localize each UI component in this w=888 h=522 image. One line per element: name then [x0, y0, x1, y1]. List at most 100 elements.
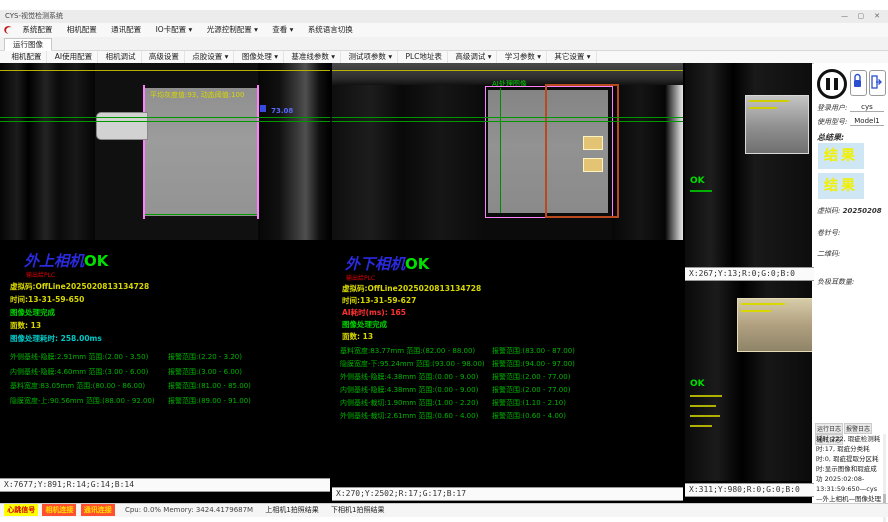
- toolbar-camera-config[interactable]: 相机配置: [6, 51, 47, 63]
- close-button[interactable]: ✕: [870, 10, 884, 23]
- total-result-label: 总结果:: [817, 132, 844, 143]
- model-label: 使用型号:: [817, 117, 847, 127]
- pause-icon: [826, 78, 830, 90]
- edge-line-magenta-right: [257, 85, 259, 219]
- edge-line-magenta-left: [143, 85, 145, 219]
- toolbar-ai-config[interactable]: AI使用配置: [50, 51, 98, 63]
- part-marker-yellow-1: [749, 100, 789, 102]
- middle-camera-image[interactable]: AI处理图像: [332, 63, 683, 240]
- result-box-2: 结果: [818, 173, 864, 199]
- log-marker-yellow-3: [690, 415, 720, 417]
- small-bottom-ok-label: OK: [690, 379, 705, 389]
- tab-contact-1: [583, 136, 603, 150]
- part-marker-yellow-2: [749, 107, 777, 109]
- virtual-code-label: 虚拟码: 20250208: [817, 206, 882, 216]
- baseline-green-1: [0, 117, 330, 118]
- toolbar-test-params[interactable]: 测试项参数 ▾: [343, 51, 398, 63]
- middle-ai-time: AI耗时(ms): 165: [342, 307, 406, 318]
- maximize-button[interactable]: ▢: [854, 10, 868, 23]
- small-bottom-camera-image[interactable]: OK: [685, 281, 812, 481]
- log-tab-run[interactable]: 运行日志: [815, 423, 843, 434]
- baseline-green-vertical: [500, 88, 501, 213]
- machine-right-column: [258, 63, 330, 240]
- menu-item-camera-config[interactable]: 相机配置: [61, 23, 103, 37]
- measurement-row: 内侧基线-裁切:1.90mm 范围:(1.00 - 2.20)报警范围:(1.1…: [340, 398, 680, 408]
- left-result-ok: OK: [84, 252, 108, 270]
- log-tab-alarm[interactable]: 报警日志: [844, 423, 872, 434]
- login-user-label: 登录用户:: [817, 103, 847, 113]
- measurement-row: 隐膜宽度-上:90.56mm 范围:(88.00 - 92.00)报警范围:(8…: [10, 396, 328, 406]
- machine-background: [685, 63, 812, 267]
- toolbar-advanced-debug[interactable]: 高级调试 ▾: [450, 51, 497, 63]
- measurement-row: 外侧基线-隐膜:2.91mm 范围:(2.00 - 3.50)报警范围:(2.2…: [10, 352, 328, 362]
- middle-barcode: 虚拟码:OffLine2025020813134728: [342, 283, 481, 294]
- gray-value-overlay: 平均灰度值:93, 动态阈值:100: [150, 90, 244, 100]
- middle-time: 时间:13-31-59-627: [342, 295, 416, 306]
- left-result-block: 外上相机OK 输出给PLC 虚拟码:OffLine202502081313472…: [0, 240, 330, 478]
- measurement-row: 内侧基线-隐膜:4.60mm 范围:(3.00 - 6.00)报警范围:(3.0…: [10, 367, 328, 377]
- baseline-green-2: [332, 121, 683, 122]
- camera-connection-badge: 相机连接: [42, 504, 76, 516]
- baseline-green-1: [332, 117, 683, 118]
- pause-icon: [834, 78, 838, 90]
- tab-run-image[interactable]: 运行图像: [4, 38, 52, 51]
- toolbar-learning-params[interactable]: 学习参数 ▾: [500, 51, 547, 63]
- middle-result-ok: OK: [405, 255, 429, 273]
- toolbar-advanced-settings[interactable]: 高级设置: [144, 51, 185, 63]
- logout-icon: [870, 71, 883, 93]
- measurement-row: 基料宽度:83.05mm 范围:(80.00 - 86.00)报警范围:(81.…: [10, 381, 328, 391]
- left-camera-image[interactable]: 平均灰度值:93, 动态阈值:100 73.08: [0, 63, 330, 240]
- qrcode-label: 二维码:: [817, 249, 840, 259]
- middle-coordinates-bar: X:270;Y:2502;R:17;G:17;B:17: [332, 487, 683, 501]
- cpu-memory-status: Cpu: 0.0% Memory: 3424.4179687M: [125, 506, 253, 514]
- small-top-camera-image[interactable]: OK: [685, 63, 812, 267]
- measure-tag: 73.08: [260, 98, 293, 117]
- result-box-1: 结果: [818, 143, 864, 169]
- logout-button[interactable]: [869, 70, 886, 96]
- pause-button[interactable]: [817, 69, 847, 99]
- log-marker-yellow-4: [690, 425, 712, 427]
- status-bar: 心跳信号 相机连接 通讯连接 Cpu: 0.0% Memory: 3424.41…: [0, 503, 888, 517]
- heartbeat-status-badge: 心跳信号: [4, 504, 38, 516]
- toolbar-camera-debug[interactable]: 相机调试: [101, 51, 142, 63]
- menu-item-system-config[interactable]: 系统配置: [16, 23, 58, 37]
- model-value: Model1: [850, 117, 884, 126]
- reference-line-yellow: [0, 70, 330, 71]
- middle-face-count: 面数: 13: [342, 331, 373, 342]
- menu-item-view[interactable]: 查看 ▾: [266, 23, 299, 37]
- window-title: CYS-视觉检测系统: [5, 10, 63, 23]
- toolbar-baseline-params[interactable]: 基准线参数 ▾: [286, 51, 341, 63]
- left-face-count: 面数: 13: [10, 320, 41, 331]
- left-time: 时间:13-31-59-650: [10, 294, 84, 305]
- app-window: CYS-视觉检测系统 — ▢ ✕ 系统配置 相机配置 通讯配置 IO卡配置 ▾ …: [0, 0, 888, 522]
- lock-button[interactable]: [850, 70, 867, 96]
- title-bar: CYS-视觉检测系统 — ▢ ✕: [0, 10, 888, 24]
- machine-right-background: [612, 85, 683, 240]
- menu-item-light-config[interactable]: 光源控制配置 ▾: [201, 23, 264, 37]
- measurement-row: 内侧基线-隐膜:4.38mm 范围:(0.00 - 9.00)报警范围:(2.0…: [340, 385, 680, 395]
- menu-item-comm-config[interactable]: 通讯配置: [105, 23, 147, 37]
- comm-connection-badge: 通讯连接: [81, 504, 115, 516]
- toolbar-glue-settings[interactable]: 点胶设置 ▾: [187, 51, 234, 63]
- part-body: [737, 298, 812, 352]
- left-elapsed: 图像处理耗时: 258.00ms: [10, 333, 102, 344]
- log-marker-yellow-2: [690, 405, 716, 407]
- ok-marker-green: [690, 190, 712, 192]
- left-camera-title: 外上相机OK: [24, 250, 108, 271]
- right-control-panel: 登录用户: cys 使用型号: Model1 总结果: 结果 结果 虚拟码: 2…: [814, 63, 888, 503]
- lock-icon: [851, 71, 864, 93]
- machine-background: [332, 85, 487, 240]
- menu-bar: 系统配置 相机配置 通讯配置 IO卡配置 ▾ 光源控制配置 ▾ 查看 ▾ 系统语…: [0, 23, 888, 38]
- menu-item-language[interactable]: 系统语言切换: [302, 23, 359, 37]
- toolbar-other-settings[interactable]: 其它设置 ▾: [549, 51, 596, 63]
- left-process-done: 图像处理完成: [10, 307, 55, 318]
- minimize-button[interactable]: —: [838, 10, 852, 23]
- virtual-code-value: 20250208: [843, 207, 882, 215]
- part-marker-yellow-1: [741, 303, 785, 305]
- menu-item-io-config[interactable]: IO卡配置 ▾: [150, 23, 199, 37]
- toolbar-image-processing[interactable]: 图像处理 ▾: [237, 51, 284, 63]
- left-plc-output-label: 输出给PLC: [26, 270, 55, 279]
- log-marker-yellow-1: [690, 395, 722, 397]
- toolbar-plc-address[interactable]: PLC地址表: [400, 51, 447, 63]
- reference-line-yellow: [332, 70, 683, 71]
